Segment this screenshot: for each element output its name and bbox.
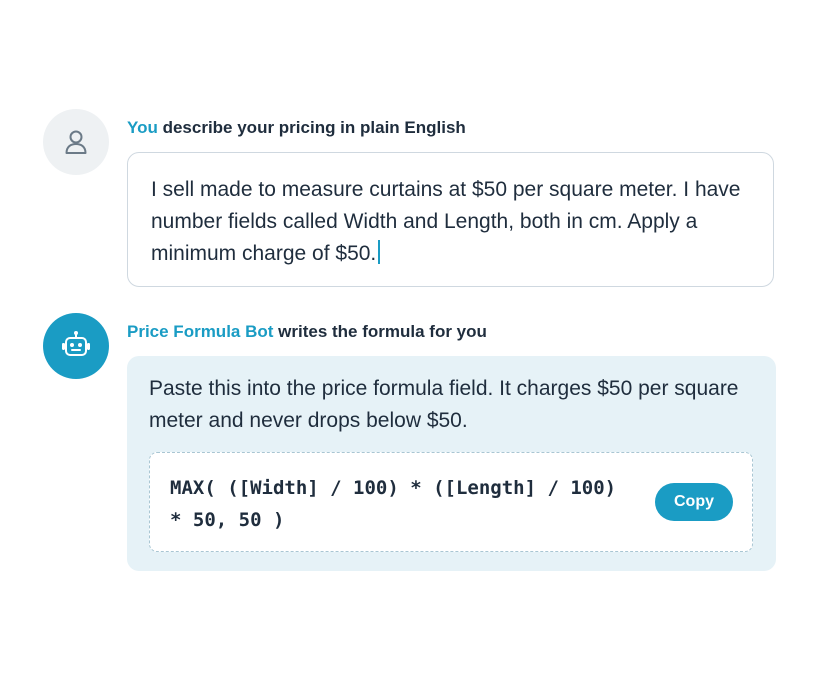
bot-avatar [43, 313, 109, 379]
user-message-text: I sell made to measure curtains at $50 p… [151, 178, 741, 265]
formula-code-block: MAX( ([Width] / 100) * ([Length] / 100) … [149, 452, 753, 552]
bot-message-heading: Price Formula Bot writes the formula for… [127, 322, 487, 342]
copy-button[interactable]: Copy [655, 483, 733, 521]
person-icon [65, 130, 87, 154]
formula-code: MAX( ([Width] / 100) * ([Length] / 100) … [170, 477, 628, 531]
bot-message-text: Paste this into the price formula field.… [149, 377, 739, 432]
user-avatar [43, 109, 109, 175]
user-message-input[interactable]: I sell made to measure curtains at $50 p… [127, 152, 774, 287]
robot-icon [62, 331, 90, 356]
text-caret [378, 240, 381, 264]
bot-author-label: Price Formula Bot [127, 322, 274, 341]
bot-heading-text: writes the formula for you [273, 322, 487, 341]
bot-message-card: Paste this into the price formula field.… [127, 356, 776, 571]
user-message-heading: You describe your pricing in plain Engli… [127, 118, 466, 138]
user-author-label: You [127, 118, 158, 137]
user-heading-text: describe your pricing in plain English [157, 118, 466, 137]
